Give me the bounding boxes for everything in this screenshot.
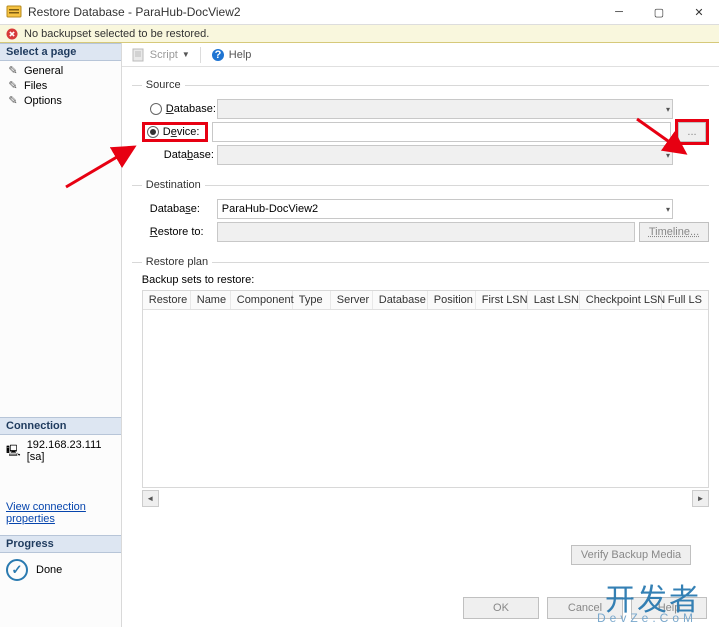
annotation-arrow-left (62, 141, 142, 191)
help-dialog-button[interactable]: Help (631, 597, 707, 619)
destination-database-label: Database: (142, 203, 217, 215)
error-icon (6, 28, 18, 40)
annotation-arrow-right (633, 115, 693, 159)
device-highlight: Device: (142, 122, 209, 142)
restore-to-label: Restore to: (142, 226, 217, 238)
backup-sets-label: Backup sets to restore: (142, 274, 709, 286)
sidebar: Select a page ✎General ✎Files ✎Options C… (0, 43, 122, 627)
scroll-left-button[interactable]: ◄ (142, 490, 159, 507)
col-first-lsn[interactable]: First LSN (476, 291, 528, 309)
app-icon (6, 4, 22, 20)
maximize-button[interactable]: ▢ (639, 0, 679, 24)
window-title: Restore Database - ParaHub-DocView2 (28, 5, 599, 19)
script-button[interactable]: Script ▼ (128, 46, 194, 64)
source-database-radio[interactable] (150, 103, 162, 115)
progress-status: ✓ Done (0, 553, 121, 587)
destination-group: Destination Database: ParaHub-DocView2 ▾… (132, 179, 709, 250)
connection-text: 192.168.23.111 [sa] (27, 439, 115, 463)
col-checkpoint-lsn[interactable]: Checkpoint LSN (580, 291, 662, 309)
help-button[interactable]: ? Help (207, 46, 256, 64)
ok-button[interactable]: OK (463, 597, 539, 619)
dialog-footer: OK Cancel Help (463, 597, 707, 619)
sidebar-item-files[interactable]: ✎Files (4, 78, 117, 93)
select-page-header: Select a page (0, 43, 121, 61)
col-full-lsn[interactable]: Full LS (662, 291, 708, 309)
page-icon: ✎ (6, 79, 20, 92)
page-icon: ✎ (6, 64, 20, 77)
chevron-down-icon: ▾ (666, 105, 670, 114)
verify-backup-media-button: Verify Backup Media (571, 545, 691, 565)
col-server[interactable]: Server (331, 291, 373, 309)
view-connection-properties-link[interactable]: View connection properties (0, 499, 121, 535)
restore-plan-group: Restore plan Backup sets to restore: Res… (132, 256, 709, 513)
destination-legend: Destination (142, 179, 205, 191)
svg-text:?: ? (214, 49, 221, 61)
progress-header: Progress (0, 535, 121, 553)
page-icon: ✎ (6, 94, 20, 107)
title-bar: Restore Database - ParaHub-DocView2 ─ ▢ … (0, 0, 719, 25)
connection-header: Connection (0, 417, 121, 435)
minimize-button[interactable]: ─ (599, 0, 639, 24)
col-last-lsn[interactable]: Last LSN (528, 291, 580, 309)
table-header: Restore Name Component Type Server Datab… (143, 291, 708, 310)
restore-plan-legend: Restore plan (142, 256, 212, 268)
destination-database-value: ParaHub-DocView2 (222, 203, 318, 215)
warning-bar: No backupset selected to be restored. (0, 25, 719, 43)
script-icon (132, 48, 146, 62)
cancel-button[interactable]: Cancel (547, 597, 623, 619)
scrollbar-track[interactable] (159, 490, 692, 507)
col-position[interactable]: Position (428, 291, 476, 309)
source-database2-label: Database: (142, 149, 217, 161)
dropdown-icon: ▼ (182, 50, 190, 59)
connection-info: 🖳 192.168.23.111 [sa] (0, 435, 121, 471)
done-icon: ✓ (6, 559, 28, 581)
sidebar-item-general[interactable]: ✎General (4, 63, 117, 78)
timeline-button: Timeline... (639, 222, 709, 242)
col-type[interactable]: Type (293, 291, 331, 309)
main-panel: Script ▼ ? Help Source Database: ▾ (122, 43, 719, 627)
sidebar-item-options[interactable]: ✎Options (4, 93, 117, 108)
server-icon: 🖳 (6, 442, 21, 461)
source-database2-combo[interactable]: ▾ (217, 145, 673, 165)
source-database-label: Database: (166, 103, 216, 115)
scroll-right-button[interactable]: ► (692, 490, 709, 507)
backup-sets-table: Restore Name Component Type Server Datab… (142, 290, 709, 488)
chevron-down-icon: ▾ (666, 205, 670, 214)
restore-to-input (217, 222, 635, 242)
progress-text: Done (36, 564, 62, 576)
source-database-combo[interactable]: ▾ (217, 99, 673, 119)
source-device-radio[interactable] (147, 126, 159, 138)
source-legend: Source (142, 79, 185, 91)
close-button[interactable]: ✕ (679, 0, 719, 24)
warning-text: No backupset selected to be restored. (24, 28, 209, 40)
source-device-label: Device: (163, 126, 200, 138)
device-path-input[interactable] (212, 122, 671, 142)
help-icon: ? (211, 48, 225, 62)
source-group: Source Database: ▾ Device: (132, 79, 709, 173)
col-database[interactable]: Database (373, 291, 428, 309)
destination-database-combo[interactable]: ParaHub-DocView2 ▾ (217, 199, 673, 219)
col-restore[interactable]: Restore (143, 291, 191, 309)
col-component[interactable]: Component (231, 291, 293, 309)
separator (200, 47, 201, 63)
col-name[interactable]: Name (191, 291, 231, 309)
toolbar: Script ▼ ? Help (122, 43, 719, 67)
